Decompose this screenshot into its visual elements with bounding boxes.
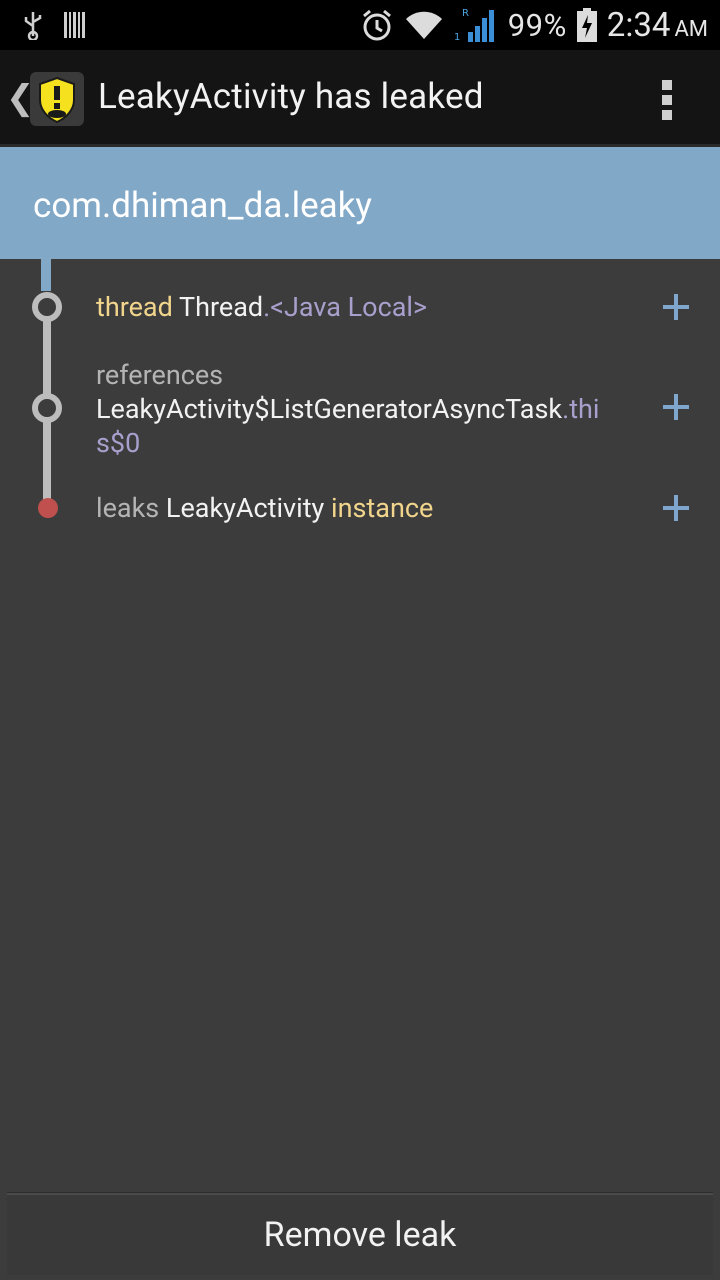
trace-node [32,292,62,322]
trace-node [32,393,62,423]
battery-charging-icon [576,8,597,42]
trace-row-leaks[interactable]: leaks LeakyActivity instance [96,491,636,525]
trace-row-thread[interactable]: thread Thread.<Java Local> [96,290,636,324]
trace-prefix: references [96,359,224,391]
trace-qualifier: instance [331,492,434,524]
svg-text:R: R [462,8,469,19]
remove-leak-button[interactable]: Remove leak [7,1193,713,1275]
leakcanary-app-icon[interactable] [30,72,84,126]
clock-ampm: AM [674,16,708,42]
trace-prefix: leaks [96,492,160,524]
signal-icon: R 1 [454,8,494,43]
trace-class: LeakyActivity [165,492,325,524]
trace-field: .thi [562,393,600,425]
alarm-icon [362,9,391,41]
expand-plus-icon[interactable] [663,294,689,320]
header-connector [41,259,51,291]
package-header: com.dhiman_da.leaky [0,147,720,259]
clock-time: 2:34 [606,5,671,45]
trace-field-continued: s$0 [96,427,141,459]
trace-field: .<Java Local> [263,291,428,323]
overflow-menu-icon[interactable] [660,80,674,120]
page-title: LeakyActivity has leaked [98,76,484,117]
trace-class: LeakyActivity$ListGeneratorAsyncTask [96,393,563,425]
wifi-icon [405,11,442,39]
leak-node-dot [38,498,58,518]
package-name: com.dhiman_da.leaky [33,185,372,226]
usb-icon [24,12,42,40]
trace-row-references[interactable]: references LeakyActivity$ListGeneratorAs… [96,358,636,460]
battery-percent: 99% [507,6,567,44]
status-bar: R 1 99% 2:34 AM [0,0,720,50]
trace-prefix: thread [96,291,173,323]
expand-plus-icon[interactable] [663,394,689,420]
action-bar: ❮ LeakyActivity has leaked [0,50,720,147]
barcode-icon [64,12,85,38]
trace-class: Thread [179,291,264,323]
svg-text:1: 1 [454,32,460,43]
expand-plus-icon[interactable] [663,495,689,521]
